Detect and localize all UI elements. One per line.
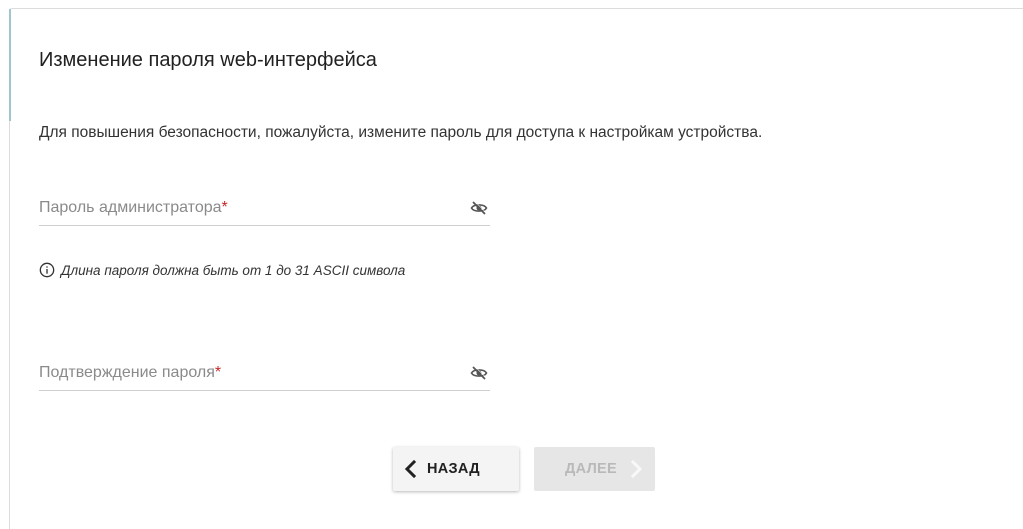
back-button-label: НАЗАД bbox=[427, 461, 480, 477]
chevron-left-icon bbox=[404, 460, 417, 478]
page-title: Изменение пароля web-интерфейса bbox=[39, 49, 377, 71]
eye-off-icon[interactable] bbox=[470, 364, 488, 382]
next-button-label: ДАЛЕЕ bbox=[565, 461, 617, 477]
eye-off-icon[interactable] bbox=[470, 199, 488, 217]
page-description: Для повышения безопасности, пожалуйста, … bbox=[39, 124, 763, 141]
chevron-right-icon bbox=[631, 460, 643, 478]
confirm-password-field: Подтверждение пароля* bbox=[39, 358, 490, 391]
next-button[interactable]: ДАЛЕЕ bbox=[534, 447, 655, 491]
admin-password-input[interactable] bbox=[39, 193, 449, 223]
password-length-hint-text: Длина пароля должна быть от 1 до 31 ASCI… bbox=[61, 262, 406, 278]
card-accent-bar bbox=[9, 9, 11, 121]
confirm-password-input[interactable] bbox=[39, 358, 449, 388]
password-length-hint: Длина пароля должна быть от 1 до 31 ASCI… bbox=[39, 262, 405, 278]
back-button[interactable]: НАЗАД bbox=[393, 447, 519, 491]
admin-password-field: Пароль администратора* bbox=[39, 193, 490, 226]
info-icon bbox=[39, 262, 55, 278]
password-change-card: Изменение пароля web-интерфейса Для повы… bbox=[9, 8, 1023, 529]
